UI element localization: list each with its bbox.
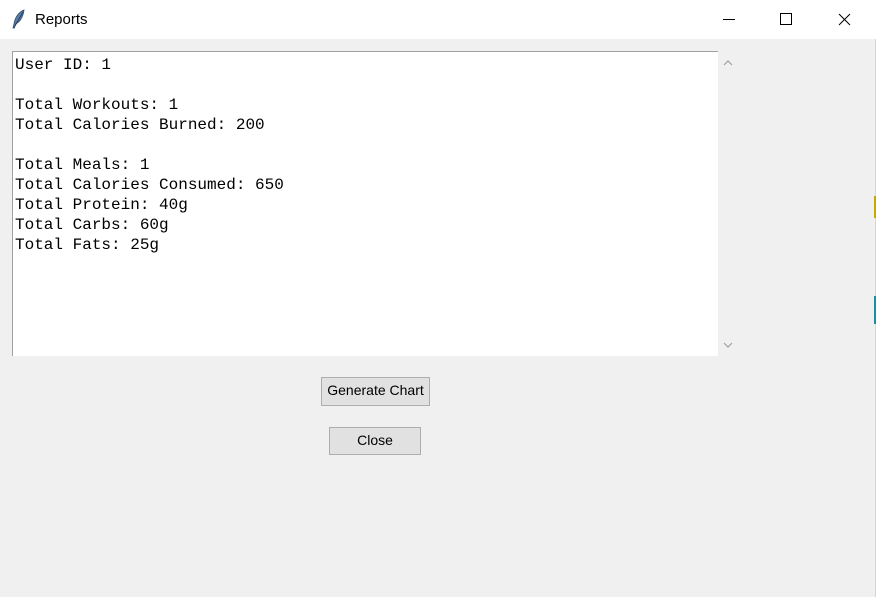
window-title: Reports <box>35 11 88 28</box>
report-line: Total Fats: 25g <box>15 236 160 254</box>
title-bar[interactable]: Reports <box>0 0 876 39</box>
report-line: Total Meals: 1 <box>15 156 150 174</box>
close-window-button[interactable] <box>815 0 873 39</box>
report-line: Total Workouts: 1 <box>15 96 179 114</box>
report-line: Total Carbs: 60g <box>15 216 169 234</box>
reports-window: Reports User ID: 1 Total Workouts: 1 Tot… <box>0 0 876 597</box>
maximize-button[interactable] <box>757 0 815 39</box>
close-button[interactable]: Close <box>329 427 421 455</box>
minimize-button[interactable] <box>700 0 758 39</box>
chevron-down-icon[interactable] <box>718 337 738 353</box>
report-line: Total Calories Consumed: 650 <box>15 176 284 194</box>
report-line: User ID: 1 <box>15 56 112 74</box>
feather-icon <box>11 9 27 29</box>
report-content: User ID: 1 Total Workouts: 1 Total Calor… <box>15 55 284 255</box>
report-line: Total Protein: 40g <box>15 196 188 214</box>
report-text-area[interactable]: User ID: 1 Total Workouts: 1 Total Calor… <box>12 51 718 356</box>
vertical-scrollbar[interactable] <box>718 51 738 356</box>
report-line: Total Calories Burned: 200 <box>15 116 265 134</box>
generate-chart-button[interactable]: Generate Chart <box>321 377 430 406</box>
chevron-up-icon[interactable] <box>718 55 738 71</box>
